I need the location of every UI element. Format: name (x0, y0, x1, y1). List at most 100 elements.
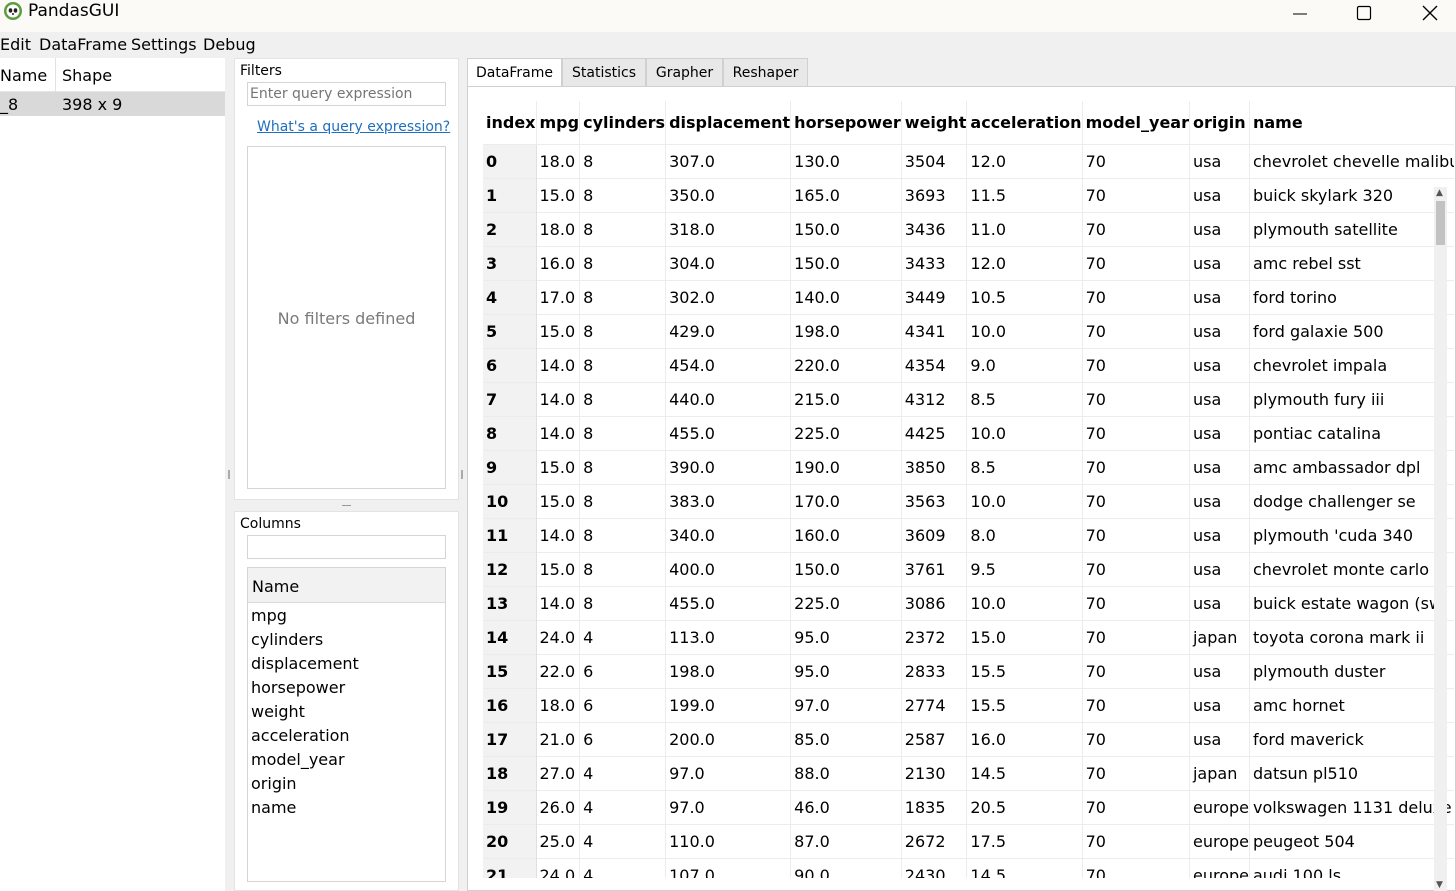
cell-model-year[interactable]: 70 (1082, 552, 1189, 586)
cell-horsepower[interactable]: 220.0 (791, 348, 902, 382)
cell-mpg[interactable]: 15.0 (536, 552, 580, 586)
column-header-cylinders[interactable]: cylinders (580, 101, 666, 144)
cell-mpg[interactable]: 15.0 (536, 178, 580, 212)
menu-settings[interactable]: Settings (131, 35, 197, 55)
cell-horsepower[interactable]: 225.0 (791, 416, 902, 450)
cell-model-year[interactable]: 70 (1082, 212, 1189, 246)
cell-mpg[interactable]: 14.0 (536, 348, 580, 382)
cell-model-year[interactable]: 70 (1082, 722, 1189, 756)
cell-model-year[interactable]: 70 (1082, 858, 1189, 878)
column-item-acceleration[interactable]: acceleration (251, 726, 350, 746)
cell-acceleration[interactable]: 20.5 (967, 790, 1082, 824)
cell-acceleration[interactable]: 14.5 (967, 756, 1082, 790)
cell-weight[interactable]: 3693 (901, 178, 967, 212)
row-index-cell[interactable]: 6 (483, 348, 536, 382)
cell-origin[interactable]: japan (1189, 756, 1249, 790)
cell-cylinders[interactable]: 8 (580, 518, 666, 552)
minimize-button[interactable] (1277, 0, 1323, 26)
cell-acceleration[interactable]: 8.5 (967, 450, 1082, 484)
cell-cylinders[interactable]: 8 (580, 212, 666, 246)
row-index-cell[interactable]: 16 (483, 688, 536, 722)
cell-displacement[interactable]: 429.0 (666, 314, 791, 348)
row-index-cell[interactable]: 15 (483, 654, 536, 688)
menu-dataframe[interactable]: DataFrame (39, 35, 127, 55)
cell-horsepower[interactable]: 198.0 (791, 314, 902, 348)
cell-weight[interactable]: 2672 (901, 824, 967, 858)
cell-mpg[interactable]: 24.0 (536, 858, 580, 878)
cell-weight[interactable]: 2833 (901, 654, 967, 688)
cell-origin[interactable]: usa (1189, 654, 1249, 688)
cell-origin[interactable]: usa (1189, 280, 1249, 314)
row-index-cell[interactable]: 7 (483, 382, 536, 416)
navigator-header-shape[interactable]: Shape (62, 66, 112, 85)
cell-name[interactable]: amc ambassador dpl (1249, 450, 1454, 484)
cell-name[interactable]: plymouth 'cuda 340 (1249, 518, 1454, 552)
cell-model-year[interactable]: 70 (1082, 144, 1189, 178)
cell-model-year[interactable]: 70 (1082, 688, 1189, 722)
cell-mpg[interactable]: 22.0 (536, 654, 580, 688)
cell-model-year[interactable]: 70 (1082, 314, 1189, 348)
cell-origin[interactable]: usa (1189, 314, 1249, 348)
row-index-cell[interactable]: 21 (483, 858, 536, 878)
cell-origin[interactable]: europe (1189, 858, 1249, 878)
cell-cylinders[interactable]: 4 (580, 620, 666, 654)
query-input[interactable] (247, 82, 446, 106)
cell-displacement[interactable]: 390.0 (666, 450, 791, 484)
cell-cylinders[interactable]: 8 (580, 280, 666, 314)
cell-model-year[interactable]: 70 (1082, 348, 1189, 382)
cell-displacement[interactable]: 304.0 (666, 246, 791, 280)
cell-cylinders[interactable]: 8 (580, 348, 666, 382)
cell-displacement[interactable]: 400.0 (666, 552, 791, 586)
tab-dataframe[interactable]: DataFrame (467, 58, 562, 87)
tab-grapher[interactable]: Grapher (646, 58, 723, 87)
column-header-weight[interactable]: weight (901, 101, 967, 144)
cell-name[interactable]: pontiac catalina (1249, 416, 1454, 450)
cell-weight[interactable]: 3609 (901, 518, 967, 552)
cell-name[interactable]: peugeot 504 (1249, 824, 1454, 858)
cell-weight[interactable]: 3449 (901, 280, 967, 314)
cell-horsepower[interactable]: 46.0 (791, 790, 902, 824)
cell-weight[interactable]: 2774 (901, 688, 967, 722)
cell-cylinders[interactable]: 8 (580, 314, 666, 348)
cell-model-year[interactable]: 70 (1082, 620, 1189, 654)
cell-mpg[interactable]: 15.0 (536, 450, 580, 484)
splitter-handle-left[interactable] (228, 470, 230, 479)
row-index-cell[interactable]: 1 (483, 178, 536, 212)
cell-mpg[interactable]: 14.0 (536, 518, 580, 552)
cell-name[interactable]: toyota corona mark ii (1249, 620, 1454, 654)
cell-name[interactable]: buick skylark 320 (1249, 178, 1454, 212)
cell-model-year[interactable]: 70 (1082, 790, 1189, 824)
cell-acceleration[interactable]: 12.0 (967, 144, 1082, 178)
cell-acceleration[interactable]: 9.0 (967, 348, 1082, 382)
row-index-cell[interactable]: 12 (483, 552, 536, 586)
cell-horsepower[interactable]: 170.0 (791, 484, 902, 518)
cell-origin[interactable]: usa (1189, 518, 1249, 552)
cell-displacement[interactable]: 455.0 (666, 416, 791, 450)
cell-mpg[interactable]: 21.0 (536, 722, 580, 756)
cell-acceleration[interactable]: 10.5 (967, 280, 1082, 314)
cell-displacement[interactable]: 440.0 (666, 382, 791, 416)
cell-horsepower[interactable]: 130.0 (791, 144, 902, 178)
cell-cylinders[interactable]: 8 (580, 586, 666, 620)
cell-origin[interactable]: usa (1189, 722, 1249, 756)
cell-acceleration[interactable]: 10.0 (967, 586, 1082, 620)
row-index-cell[interactable]: 10 (483, 484, 536, 518)
cell-name[interactable]: volkswagen 1131 deluxe sedan (1249, 790, 1454, 824)
cell-name[interactable]: datsun pl510 (1249, 756, 1454, 790)
cell-horsepower[interactable]: 150.0 (791, 246, 902, 280)
cell-displacement[interactable]: 107.0 (666, 858, 791, 878)
tab-reshaper[interactable]: Reshaper (723, 58, 808, 87)
cell-cylinders[interactable]: 8 (580, 450, 666, 484)
cell-origin[interactable]: usa (1189, 212, 1249, 246)
cell-horsepower[interactable]: 150.0 (791, 212, 902, 246)
cell-mpg[interactable]: 27.0 (536, 756, 580, 790)
column-header-index[interactable]: index (483, 101, 536, 144)
close-button[interactable] (1407, 0, 1453, 26)
column-header-name[interactable]: name (1249, 101, 1454, 144)
cell-displacement[interactable]: 113.0 (666, 620, 791, 654)
cell-weight[interactable]: 2372 (901, 620, 967, 654)
cell-model-year[interactable]: 70 (1082, 280, 1189, 314)
cell-mpg[interactable]: 24.0 (536, 620, 580, 654)
cell-name[interactable]: audi 100 ls (1249, 858, 1454, 878)
row-index-cell[interactable]: 5 (483, 314, 536, 348)
